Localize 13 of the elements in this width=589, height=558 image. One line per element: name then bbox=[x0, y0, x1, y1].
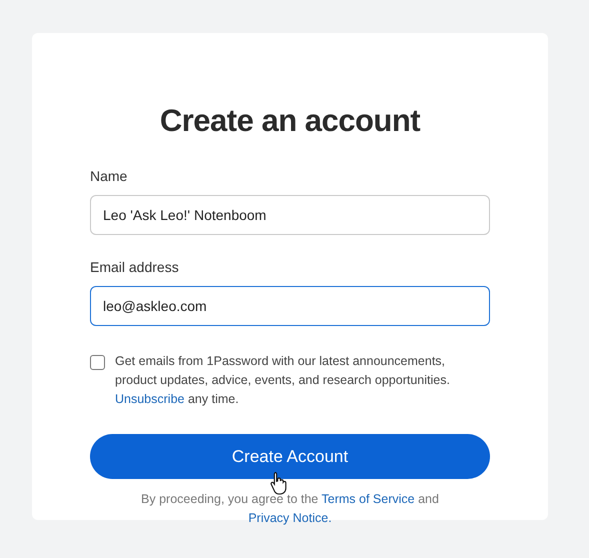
text-field[interactable]: leo@askleo.com bbox=[90, 286, 490, 326]
field-label: Email address bbox=[90, 258, 180, 277]
hand-cursor-icon bbox=[270, 471, 288, 495]
link[interactable]: Terms of Service bbox=[322, 492, 415, 506]
page-title: Create an account bbox=[160, 105, 420, 136]
link[interactable]: Privacy Notice. bbox=[248, 511, 332, 525]
create-account-button[interactable]: Create Account bbox=[90, 434, 490, 479]
consent-text: Get emails from 1Password with our latest announcements, product updates, advice, events, and research opportunities. Unsubscribe any time. bbox=[115, 353, 451, 408]
consent-checkbox[interactable] bbox=[90, 355, 105, 370]
legal-notice: By proceeding, you agree to the Terms of Service and Privacy Notice. bbox=[140, 491, 440, 527]
link[interactable]: Unsubscribe bbox=[115, 392, 184, 406]
text-field[interactable]: Leo 'Ask Leo!' Notenboom bbox=[90, 195, 490, 235]
field-label: Name bbox=[90, 167, 128, 186]
